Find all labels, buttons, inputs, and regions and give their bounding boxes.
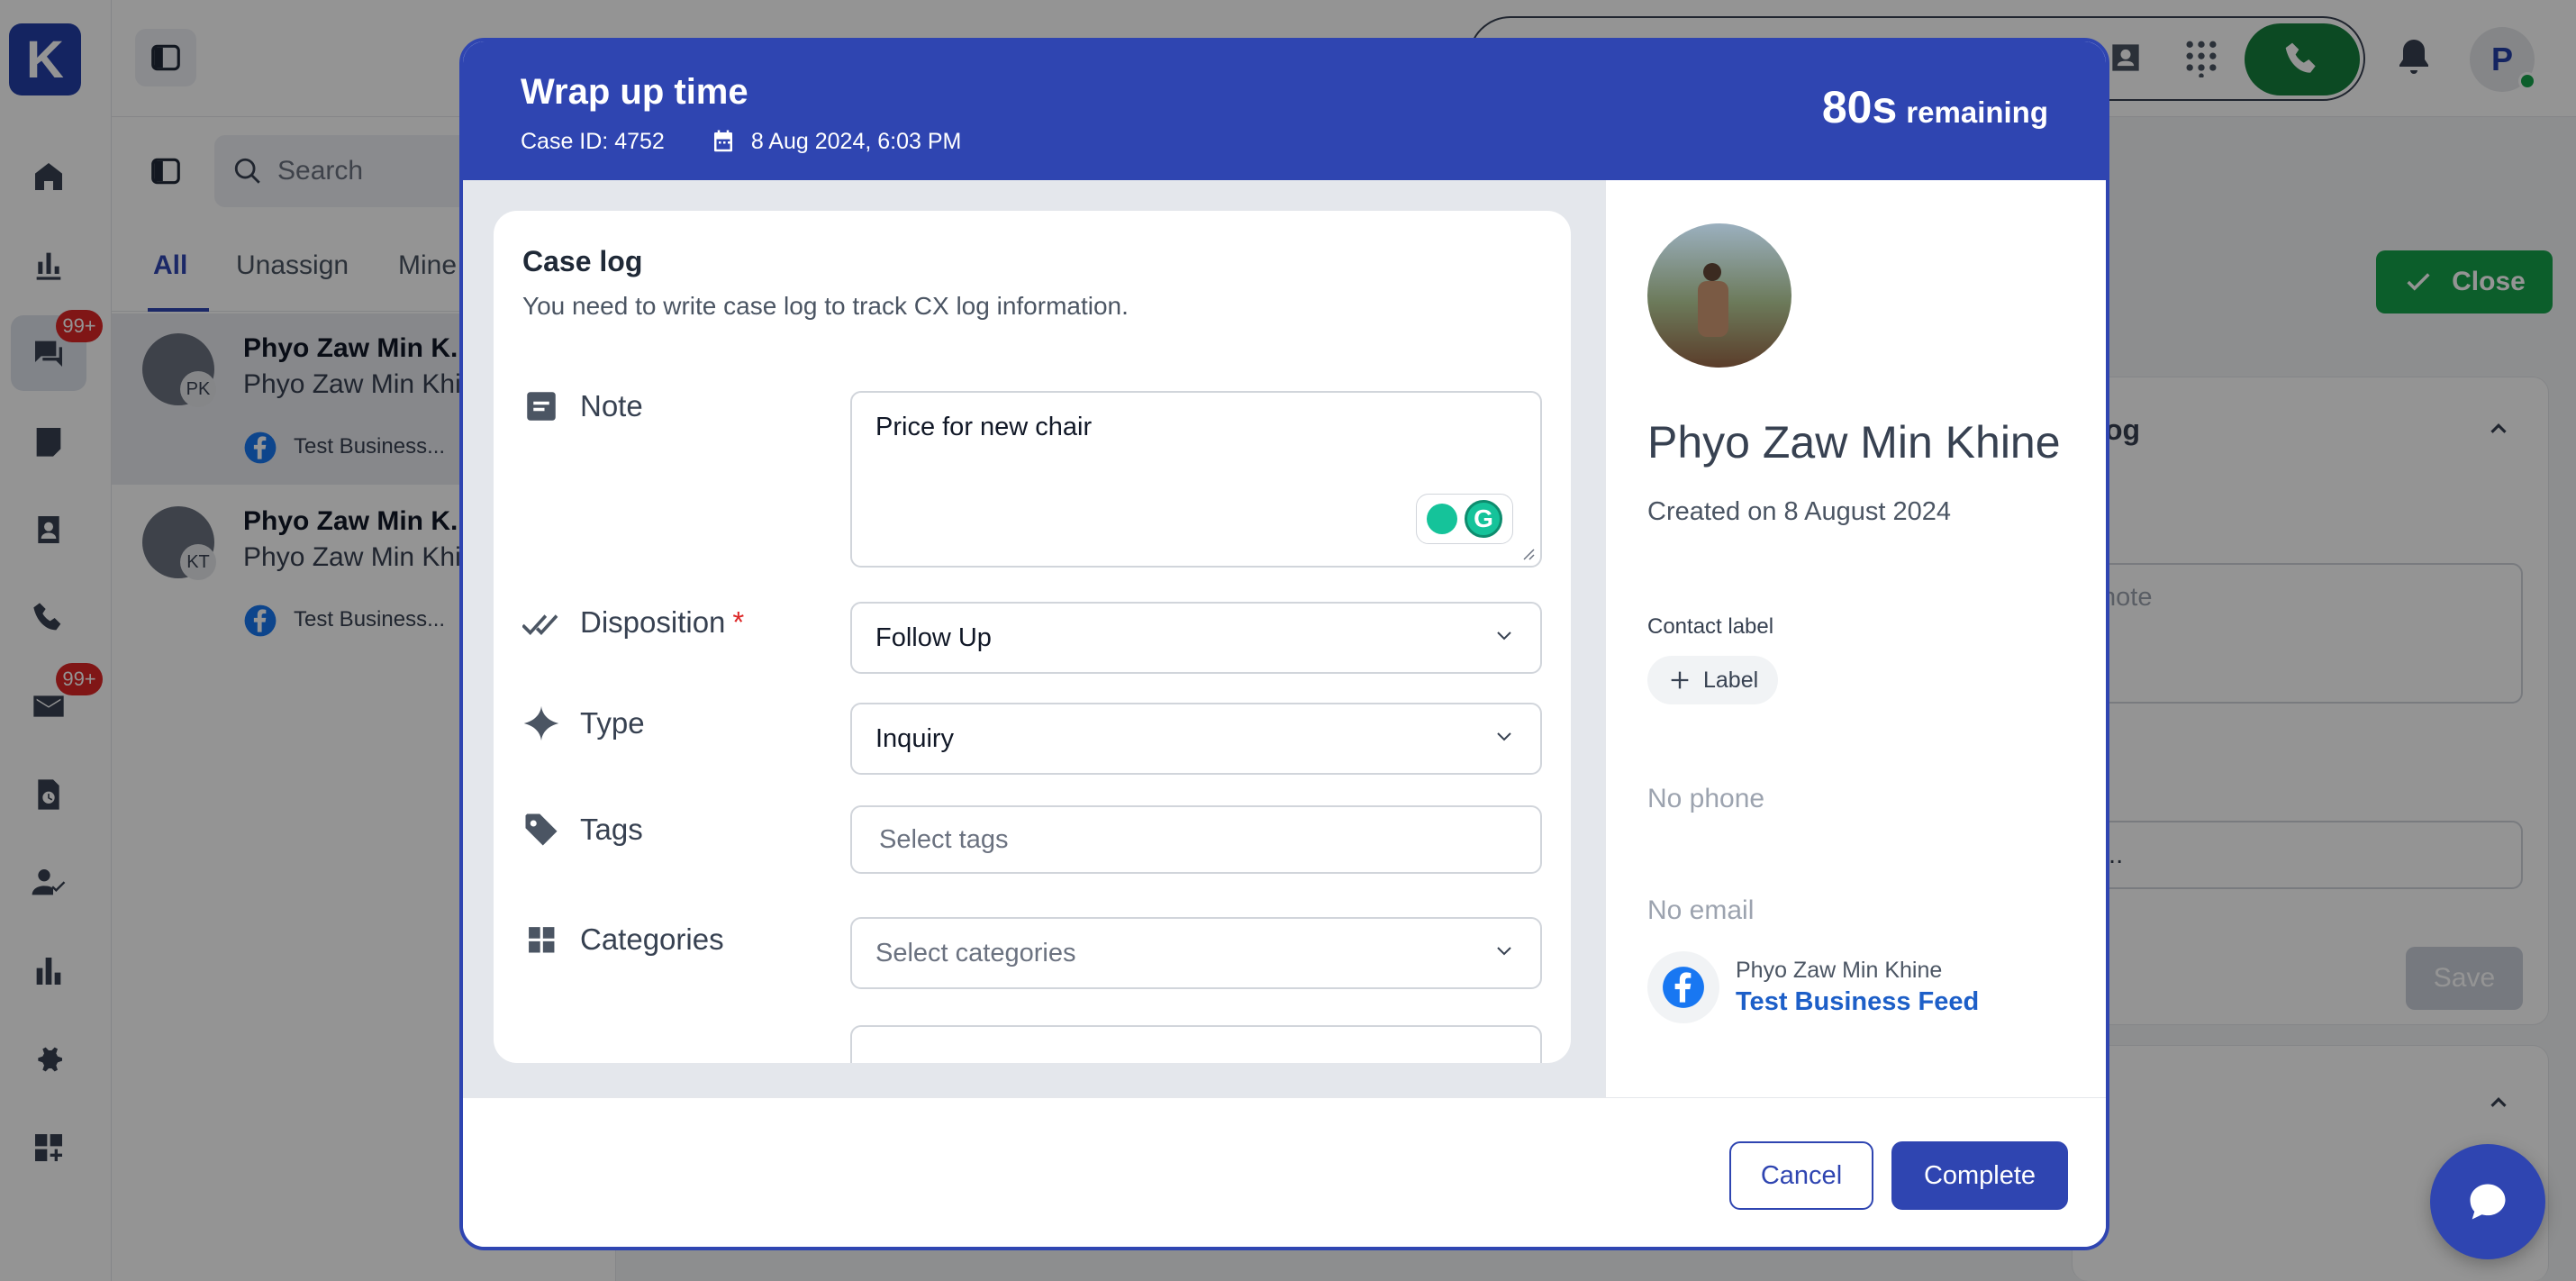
contact-phone: No phone: [1647, 784, 1765, 813]
label-button-text: Label: [1703, 667, 1759, 693]
resize-handle-icon: [1523, 549, 1535, 560]
case-id: Case ID: 4752: [521, 128, 665, 154]
note-value: Price for new chair: [875, 413, 1093, 441]
double-check-icon: [522, 614, 558, 635]
type-select[interactable]: Inquiry: [850, 703, 1542, 775]
note-icon: [527, 392, 556, 421]
grid-icon: [529, 927, 555, 953]
timer-value: 80s: [1821, 82, 1898, 132]
complete-button[interactable]: Complete: [1891, 1141, 2068, 1210]
disposition-value: Follow Up: [875, 622, 992, 652]
next-field-input[interactable]: [850, 1025, 1542, 1063]
modal-header: Wrap up time Case ID: 4752 8 Aug 2024, 6…: [463, 41, 2106, 180]
chevron-down-icon: [1497, 732, 1511, 741]
chevron-down-icon: [1497, 631, 1511, 640]
contact-avatar: [1647, 223, 1791, 368]
categories-label: Categories: [522, 921, 724, 958]
tags-label: Tags: [522, 811, 643, 849]
note-label: Note: [522, 387, 643, 425]
disposition-label: Disposition *: [522, 604, 744, 641]
case-log-title: Case log: [522, 245, 643, 277]
required-marker: *: [732, 605, 745, 639]
channel-feed-link[interactable]: Test Business Feed: [1736, 987, 1979, 1017]
case-log-card: Case log You need to write case log to t…: [494, 211, 1571, 1063]
chevron-down-icon: [1497, 947, 1511, 956]
case-date: 8 Aug 2024, 6:03 PM: [750, 128, 962, 154]
plus-icon: [1671, 671, 1689, 689]
tags-label-text: Tags: [580, 813, 643, 846]
categories-select[interactable]: Select categories: [850, 917, 1542, 989]
modal-footer: Cancel Complete: [463, 1097, 2106, 1247]
contact-label-title: Contact label: [1647, 614, 1774, 639]
note-label-text: Note: [580, 389, 643, 422]
grammarly-icon[interactable]: G: [1465, 500, 1502, 538]
type-label: Type: [522, 704, 645, 742]
type-value: Inquiry: [875, 723, 955, 753]
tag-icon: [525, 813, 558, 846]
type-label-text: Type: [580, 706, 645, 740]
note-textarea[interactable]: Price for new chair G: [850, 391, 1542, 568]
lightbulb-icon[interactable]: [1427, 504, 1457, 534]
case-log-section: Case log You need to write case log to t…: [463, 180, 1605, 1097]
avatar-figure-body: [1698, 281, 1728, 337]
categories-label-text: Categories: [580, 922, 724, 956]
contact-name: Phyo Zaw Min Khine: [1647, 417, 2061, 468]
case-log-description: You need to write case log to track CX l…: [522, 292, 1129, 320]
contact-panel: Phyo Zaw Min Khine Created on 8 August 2…: [1605, 180, 2106, 1097]
grammarly-widget[interactable]: G: [1416, 494, 1513, 544]
categories-placeholder: Select categories: [875, 938, 1076, 968]
channel-contact-name: Phyo Zaw Min Khine: [1736, 958, 1943, 983]
calendar-icon: [713, 130, 732, 152]
chat-widget-button[interactable]: [2430, 1144, 2545, 1259]
timer-suffix: remaining: [1906, 95, 2048, 129]
sparkle-icon: [523, 705, 559, 741]
add-label-button[interactable]: Label: [1647, 656, 1779, 704]
disposition-select[interactable]: Follow Up: [850, 602, 1542, 674]
modal-meta: Case ID: 4752 8 Aug 2024, 6:03 PM: [521, 128, 961, 155]
chat-bubble-icon: [2470, 1184, 2506, 1220]
contact-created: Created on 8 August 2024: [1647, 497, 1951, 526]
contact-email: No email: [1647, 895, 1755, 925]
wrap-up-modal: Wrap up time Case ID: 4752 8 Aug 2024, 6…: [459, 38, 2109, 1250]
cancel-button[interactable]: Cancel: [1729, 1141, 1873, 1210]
modal-title: Wrap up time: [521, 72, 748, 112]
disposition-label-text: Disposition: [580, 605, 726, 639]
facebook-icon: [1663, 967, 1704, 1008]
wrap-up-timer: 80s remaining: [1822, 81, 2048, 133]
tags-input[interactable]: Select tags: [850, 805, 1542, 874]
tags-placeholder: Select tags: [879, 824, 1009, 854]
contact-channel[interactable]: Phyo Zaw Min Khine Test Business Feed: [1647, 951, 1979, 1023]
facebook-icon-wrapper: [1647, 951, 1719, 1023]
avatar-figure-head: [1703, 263, 1721, 281]
